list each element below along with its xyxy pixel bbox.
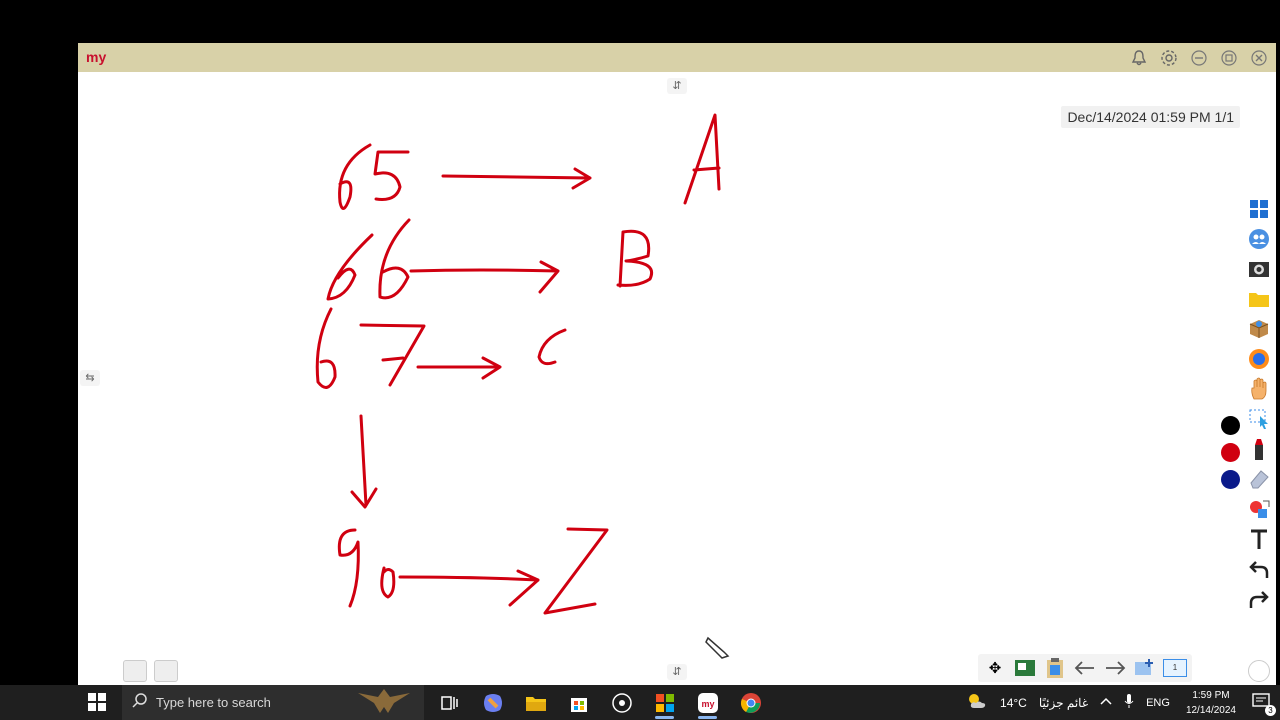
browser-icon[interactable] [1246,346,1272,372]
chrome-icon[interactable] [729,685,772,720]
marker-icon[interactable] [1246,436,1272,462]
color-red-swatch[interactable] [1221,443,1240,462]
search-placeholder: Type here to search [156,695,271,710]
windows-icon[interactable] [1246,196,1272,222]
app-logo: my [86,49,106,65]
bell-icon[interactable] [1128,47,1150,69]
obs-icon[interactable] [600,685,643,720]
title-bar: my [78,43,1276,72]
task-view-icon[interactable] [428,685,471,720]
colorful-app-icon[interactable] [643,685,686,720]
people-icon[interactable] [1246,226,1272,252]
app-logo-text: my [86,49,107,65]
arrow-right-icon[interactable] [1102,656,1128,680]
title-bar-controls [1128,47,1270,69]
restore-icon[interactable] [1218,47,1240,69]
page-number-box[interactable]: 1 [1162,656,1188,680]
add-page-icon[interactable] [1132,656,1158,680]
undo-icon[interactable] [1246,556,1272,582]
microphone-icon[interactable] [1124,693,1134,712]
redo-icon[interactable] [1246,586,1272,612]
hand-icon[interactable] [1246,376,1272,402]
color-palette [1221,416,1240,489]
pen-cursor-icon [705,636,730,659]
ink-strokes [315,113,721,615]
whiteboard-app-window: my Dec/14/2024 01:59 PM 1/1 ⇵ ⇆ ⇵ ✥ 1 [78,43,1276,685]
copilot-icon[interactable] [471,685,514,720]
side-toolbar [1246,196,1274,612]
system-tray: 14°C غائم جزئيًا ENG 1:59 PM 12/14/2024 … [960,685,1280,720]
camera-icon[interactable] [1246,256,1272,282]
bottom-toolbar: ✥ 1 [978,654,1192,682]
color-blue-swatch[interactable] [1221,470,1240,489]
taskbar-search-box[interactable]: Type here to search [122,685,424,720]
drawing-canvas[interactable]: Dec/14/2024 01:59 PM 1/1 ⇵ ⇆ ⇵ ✥ 1 [78,72,1276,685]
minimize-icon[interactable] [1188,47,1210,69]
clipboard-icon[interactable] [1042,656,1068,680]
eagle-logo-icon [354,685,414,720]
eraser-icon[interactable] [1246,466,1272,492]
chevron-up-icon[interactable] [1100,696,1112,709]
weather-temp[interactable]: 14°C [1000,696,1027,710]
gallery-icon[interactable] [154,660,178,682]
clock[interactable]: 1:59 PM 12/14/2024 [1186,688,1236,718]
user-avatar-icon[interactable] [1248,660,1270,682]
color-black-swatch[interactable] [1221,416,1240,435]
store-icon[interactable] [557,685,600,720]
weather-text[interactable]: غائم جزئيًا [1039,696,1088,710]
arrow-left-icon[interactable] [1072,656,1098,680]
language-indicator[interactable]: ENG [1146,697,1170,709]
shape-icon[interactable] [1246,496,1272,522]
clock-time: 1:59 PM [1192,689,1230,701]
move-icon[interactable]: ✥ [982,656,1008,680]
taskbar-apps: my [428,685,772,720]
select-icon[interactable] [1246,406,1272,432]
page-number-label: 1 [1163,659,1187,677]
whiteboard-app-icon[interactable]: my [686,685,729,720]
svg-text:my: my [701,699,714,709]
background-icon[interactable] [1012,656,1038,680]
file-explorer-icon[interactable] [514,685,557,720]
weather-icon[interactable] [966,692,988,713]
notification-icon[interactable]: 3 [1252,693,1276,716]
image-insert-icon[interactable] [123,660,147,682]
gear-icon[interactable] [1158,47,1180,69]
text-icon[interactable] [1246,526,1272,552]
box-icon[interactable] [1246,316,1272,342]
notification-badge: 3 [1265,705,1276,716]
start-button[interactable] [88,693,108,713]
close-icon[interactable] [1248,47,1270,69]
clock-date: 12/14/2024 [1185,704,1236,716]
folder-icon[interactable] [1246,286,1272,312]
search-icon [132,692,148,713]
windows-taskbar: Type here to search my 14°C غائم جزئيًا … [0,685,1280,720]
